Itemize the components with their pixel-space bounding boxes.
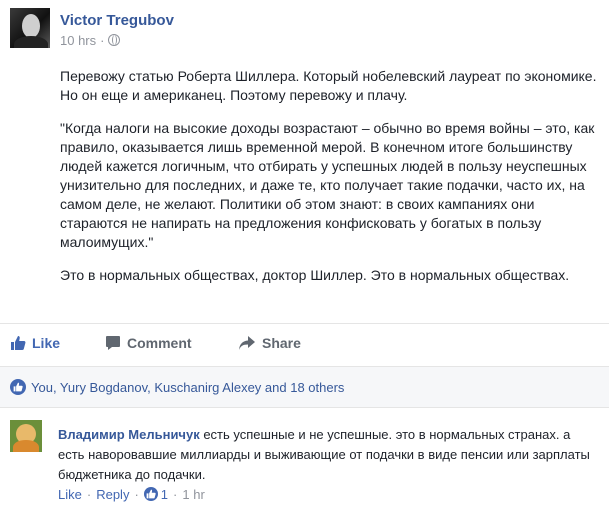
comment: Владимир Мельничук есть успешные и не ус… xyxy=(58,425,598,485)
like-button[interactable]: Like xyxy=(10,335,60,354)
comment-reply-link[interactable]: Reply xyxy=(96,487,129,502)
comment-like-count[interactable]: 1 xyxy=(161,487,168,502)
like-badge-icon xyxy=(143,487,158,501)
post-time[interactable]: 10 hrs xyxy=(60,33,96,48)
reactions-text[interactable]: You, Yury Bogdanov, Kuschanirg Alexey an… xyxy=(31,380,344,395)
comment-label: Comment xyxy=(127,335,192,351)
share-icon xyxy=(238,335,256,354)
comment-icon xyxy=(105,335,121,354)
post-body: Перевожу статью Роберта Шиллера. Который… xyxy=(60,67,603,299)
comment-author[interactable]: Владимир Мельничук xyxy=(58,427,200,442)
divider xyxy=(0,407,609,408)
comment-button[interactable]: Comment xyxy=(105,335,192,354)
separator: · xyxy=(173,487,178,502)
divider xyxy=(0,323,609,324)
share-label: Share xyxy=(262,335,301,351)
avatar-body xyxy=(13,440,39,452)
avatar-shoulders xyxy=(14,36,48,48)
meta-separator: · xyxy=(100,33,105,48)
comment-like-link[interactable]: Like xyxy=(58,487,82,502)
author-avatar[interactable] xyxy=(10,8,50,48)
post-paragraph: Перевожу статью Роберта Шиллера. Который… xyxy=(60,68,597,103)
comment-time[interactable]: 1 hr xyxy=(182,487,204,502)
post-actions: Like Comment Share xyxy=(0,332,609,358)
post-meta: 10 hrs · xyxy=(60,33,121,48)
reactions-summary[interactable]: You, Yury Bogdanov, Kuschanirg Alexey an… xyxy=(10,379,344,395)
avatar-face xyxy=(22,14,40,38)
comment-actions: Like · Reply · 1 · 1 hr xyxy=(58,487,205,502)
separator: · xyxy=(134,487,139,502)
like-label: Like xyxy=(32,335,61,351)
post-paragraph: "Когда налоги на высокие доходы возраста… xyxy=(60,120,595,250)
post-paragraph: Это в нормальных обществах, доктор Шилле… xyxy=(60,267,570,283)
share-button[interactable]: Share xyxy=(238,335,301,354)
globe-icon[interactable] xyxy=(108,34,121,46)
separator: · xyxy=(86,487,92,502)
author-name[interactable]: Victor Tregubov xyxy=(60,12,174,29)
like-badge-icon xyxy=(10,379,26,395)
thumbs-up-icon xyxy=(10,335,26,354)
commenter-avatar[interactable] xyxy=(10,420,42,452)
